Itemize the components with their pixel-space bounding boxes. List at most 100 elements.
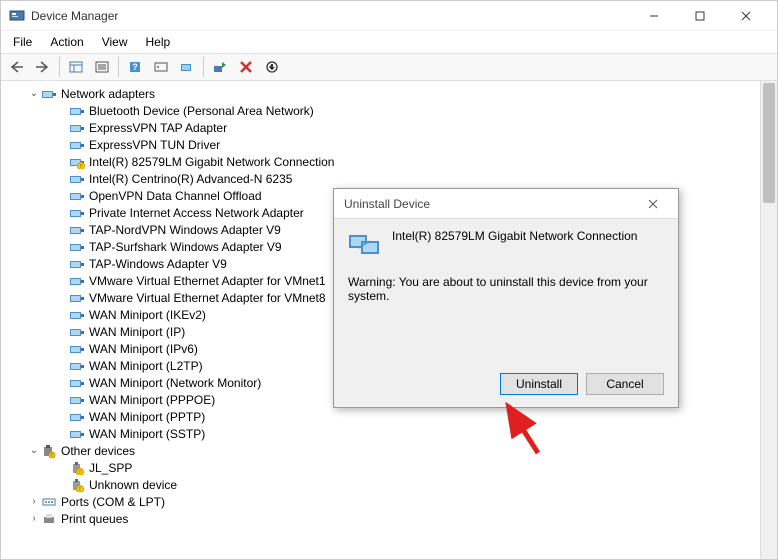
action-button[interactable]: [149, 56, 173, 78]
menu-action[interactable]: Action: [42, 33, 91, 51]
properties-button[interactable]: [90, 56, 114, 78]
tree-item-other[interactable]: ! JL_SPP: [5, 459, 760, 476]
network-adapter-icon: [69, 222, 85, 238]
dialog-warning-text: Warning: You are about to uninstall this…: [348, 275, 664, 303]
tree-category-ports[interactable]: › Ports (COM & LPT): [5, 493, 760, 510]
dialog-device-name: Intel(R) 82579LM Gigabit Network Connect…: [392, 229, 637, 243]
dialog-device-row: Intel(R) 82579LM Gigabit Network Connect…: [348, 229, 664, 257]
network-adapter-icon: [69, 103, 85, 119]
tree-item-label: TAP-Windows Adapter V9: [89, 257, 227, 271]
network-adapter-icon: [69, 273, 85, 289]
tree-item-label: ExpressVPN TUN Driver: [89, 138, 220, 152]
network-adapter-icon: [69, 120, 85, 136]
svg-text:!: !: [79, 470, 80, 475]
tree-item-label: WAN Miniport (Network Monitor): [89, 376, 261, 390]
window-title: Device Manager: [31, 9, 631, 23]
scrollbar-thumb[interactable]: [763, 83, 775, 203]
tree-item-adapter[interactable]: ExpressVPN TAP Adapter: [5, 119, 760, 136]
cancel-button[interactable]: Cancel: [586, 373, 664, 395]
dialog-body: Intel(R) 82579LM Gigabit Network Connect…: [334, 219, 678, 313]
unknown-device-icon: !: [69, 460, 85, 476]
forward-button[interactable]: [31, 56, 55, 78]
update-driver-button[interactable]: [208, 56, 232, 78]
tree-item-label: JL_SPP: [89, 461, 132, 475]
printer-icon: [41, 511, 57, 527]
network-adapter-icon: [69, 426, 85, 442]
disable-button[interactable]: [260, 56, 284, 78]
tree-item-other[interactable]: !Unknown device: [5, 476, 760, 493]
svg-text:?: ?: [132, 62, 138, 72]
network-adapter-icon: [69, 171, 85, 187]
network-adapter-icon: [69, 375, 85, 391]
show-hidden-button[interactable]: [64, 56, 88, 78]
dialog-title: Uninstall Device: [344, 197, 638, 211]
toolbar-separator: [118, 57, 119, 77]
maximize-button[interactable]: [677, 1, 723, 31]
vertical-scrollbar[interactable]: [760, 81, 777, 559]
menu-help[interactable]: Help: [138, 33, 179, 51]
tree-item-adapter[interactable]: Intel(R) Centrino(R) Advanced-N 6235: [5, 170, 760, 187]
tree-item-label: TAP-NordVPN Windows Adapter V9: [89, 223, 281, 237]
tree-item-adapter[interactable]: WAN Miniport (SSTP): [5, 425, 760, 442]
tree-item-label: Intel(R) Centrino(R) Advanced-N 6235: [89, 172, 292, 186]
menu-file[interactable]: File: [5, 33, 40, 51]
ports-icon: [41, 494, 57, 510]
tree-item-label: WAN Miniport (PPPOE): [89, 393, 215, 407]
expand-icon[interactable]: ›: [27, 513, 41, 524]
network-adapter-icon: [69, 341, 85, 357]
tree-category-print[interactable]: › Print queues: [5, 510, 760, 527]
scan-button[interactable]: [175, 56, 199, 78]
help-button[interactable]: ?: [123, 56, 147, 78]
other-devices-icon: !: [41, 443, 57, 459]
tree-item-label: OpenVPN Data Channel Offload: [89, 189, 262, 203]
network-adapter-icon: [348, 229, 380, 257]
dialog-titlebar: Uninstall Device: [334, 189, 678, 219]
network-adapter-icon: [69, 137, 85, 153]
toolbar-separator: [203, 57, 204, 77]
network-adapter-icon: [69, 392, 85, 408]
expand-icon[interactable]: ›: [27, 496, 41, 507]
tree-item-adapter[interactable]: Bluetooth Device (Personal Area Network): [5, 102, 760, 119]
network-adapter-icon: [69, 188, 85, 204]
network-adapter-icon: [69, 307, 85, 323]
collapse-icon[interactable]: ⌄: [27, 88, 41, 99]
uninstall-dialog: Uninstall Device Intel(R) 82579LM Gigabi…: [333, 188, 679, 408]
network-adapter-icon: [69, 358, 85, 374]
tree-item-label: WAN Miniport (L2TP): [89, 359, 203, 373]
svg-text:!: !: [80, 164, 81, 169]
unknown-device-icon: !: [69, 477, 85, 493]
minimize-button[interactable]: [631, 1, 677, 31]
tree-item-label: WAN Miniport (IKEv2): [89, 308, 206, 322]
tree-item-label: TAP-Surfshark Windows Adapter V9: [89, 240, 282, 254]
uninstall-button[interactable]: [234, 56, 258, 78]
svg-text:!: !: [79, 487, 80, 492]
titlebar: Device Manager: [1, 1, 777, 31]
tree-item-label: Private Internet Access Network Adapter: [89, 206, 304, 220]
menu-view[interactable]: View: [94, 33, 136, 51]
tree-item-label: Intel(R) 82579LM Gigabit Network Connect…: [89, 155, 334, 169]
close-button[interactable]: [723, 1, 769, 31]
uninstall-confirm-button[interactable]: Uninstall: [500, 373, 578, 395]
dialog-buttons: Uninstall Cancel: [500, 373, 664, 395]
tree-item-label: ExpressVPN TAP Adapter: [89, 121, 227, 135]
tree-category-other[interactable]: ⌄ ! Other devices: [5, 442, 760, 459]
category-label: Other devices: [61, 444, 135, 458]
tree-item-label: WAN Miniport (SSTP): [89, 427, 205, 441]
svg-text:!: !: [51, 453, 52, 458]
tree-item-adapter[interactable]: ExpressVPN TUN Driver: [5, 136, 760, 153]
category-label: Network adapters: [61, 87, 155, 101]
tree-item-adapter[interactable]: WAN Miniport (PPTP): [5, 408, 760, 425]
tree-category-network[interactable]: ⌄ Network adapters: [5, 85, 760, 102]
tree-item-label: WAN Miniport (IPv6): [89, 342, 198, 356]
dialog-close-button[interactable]: [638, 190, 668, 218]
category-label: Print queues: [61, 512, 128, 526]
network-adapter-icon: [69, 205, 85, 221]
back-button[interactable]: [5, 56, 29, 78]
window-controls: [631, 1, 769, 31]
app-icon: [9, 8, 25, 24]
collapse-icon[interactable]: ⌄: [27, 445, 41, 456]
network-adapter-icon: [69, 290, 85, 306]
tree-item-label: Bluetooth Device (Personal Area Network): [89, 104, 314, 118]
tree-item-label: VMware Virtual Ethernet Adapter for VMne…: [89, 274, 326, 288]
tree-item-adapter[interactable]: ! Intel(R) 82579LM Gigabit Network Connec…: [5, 153, 760, 170]
